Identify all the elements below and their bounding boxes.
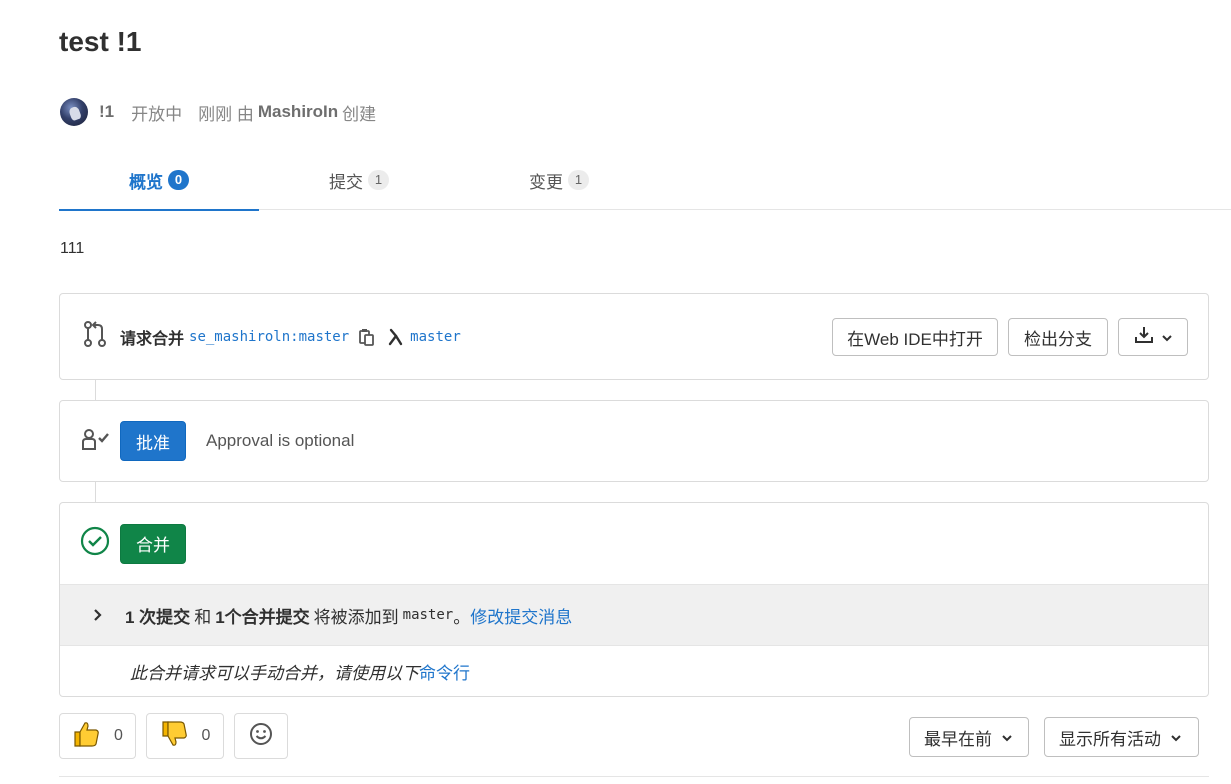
- tab-label: 概览: [129, 172, 163, 192]
- open-web-ide-button[interactable]: 在Web IDE中打开: [832, 318, 998, 356]
- approval-status-text: Approval is optional: [206, 431, 355, 450]
- period-text: 。: [453, 607, 471, 627]
- approval-user-icon: [80, 427, 110, 456]
- merge-commit-count: 1个合并提交: [215, 607, 310, 627]
- widget-connector: [95, 380, 96, 400]
- mr-description: 111: [60, 240, 85, 257]
- chevron-down-icon: [1171, 727, 1181, 747]
- checkout-branch-button[interactable]: 检出分支: [1008, 318, 1108, 356]
- tab-overview[interactable]: 概览 0: [59, 150, 259, 211]
- tab-count-badge: 1: [568, 170, 589, 190]
- thumbs-down-count: 0: [201, 727, 211, 744]
- download-dropdown-button[interactable]: [1118, 318, 1188, 356]
- merge-request-label: 请求合并: [120, 330, 185, 348]
- thumbs-up-icon: [72, 720, 100, 753]
- author-link[interactable]: MashiroIn: [258, 102, 338, 122]
- approval-widget: 批准 Approval is optional: [59, 400, 1209, 482]
- target-branch-link[interactable]: master: [410, 329, 461, 345]
- tab-count-badge: 1: [368, 170, 389, 190]
- thumbs-up-count: 0: [114, 727, 123, 744]
- avatar[interactable]: [60, 98, 88, 126]
- tab-changes[interactable]: 变更 1: [459, 150, 659, 210]
- manual-merge-hint: 此合并请求可以手动合并，请使用以下 命令行: [130, 646, 470, 696]
- thumbs-up-button[interactable]: 0: [59, 713, 136, 759]
- activity-filter-label: 显示所有活动: [1059, 729, 1161, 749]
- merge-request-widget: 请求合并 se_mashiroln:master master 在Web IDE…: [59, 293, 1209, 380]
- check-circle-icon: [80, 526, 110, 561]
- merge-row: 合并: [80, 503, 186, 584]
- download-icon: [1134, 326, 1154, 349]
- thumbs-down-button[interactable]: 0: [146, 713, 224, 759]
- merge-button[interactable]: 合并: [120, 523, 186, 564]
- command-line-link[interactable]: 命令行: [419, 659, 470, 684]
- arrow-into-icon: [387, 328, 405, 346]
- merge-widget: 合并 1 次提交 和 1个合并提交 将被添加到 master 。 修改提交消息 …: [59, 502, 1209, 697]
- tab-commits[interactable]: 提交 1: [259, 150, 459, 210]
- branch-info: 请求合并 se_mashiroln:master master: [80, 294, 461, 379]
- tab-label: 提交: [329, 172, 363, 192]
- chevron-down-icon: [1002, 727, 1012, 747]
- sort-order-label: 最早在前: [924, 729, 992, 749]
- source-branch-link[interactable]: se_mashiroln:master: [189, 329, 349, 345]
- smiley-icon: [249, 722, 273, 751]
- sort-order-dropdown[interactable]: 最早在前: [909, 717, 1029, 757]
- mr-ref: !1: [99, 102, 115, 121]
- edit-commit-message-link[interactable]: 修改提交消息: [470, 603, 572, 628]
- thumbs-down-icon: [160, 720, 188, 753]
- created-prefix: 刚刚 由: [198, 104, 254, 124]
- created-suffix: 创建: [342, 104, 377, 124]
- divider: [59, 776, 1209, 777]
- activity-filter-dropdown[interactable]: 显示所有活动: [1044, 717, 1199, 757]
- chevron-right-icon[interactable]: [93, 608, 103, 622]
- and-text: 和: [194, 607, 212, 627]
- approve-button[interactable]: 批准: [120, 421, 186, 461]
- copy-icon[interactable]: [359, 328, 375, 346]
- status-text: 开放中: [131, 104, 183, 124]
- approval-row: 批准 Approval is optional: [80, 401, 354, 481]
- merge-request-icon: [80, 319, 110, 354]
- target-branch-code: master: [402, 607, 454, 623]
- mr-tabs: 概览 0 提交 1 变更 1: [59, 150, 1231, 211]
- will-add-text: 将被添加到: [313, 607, 399, 627]
- manual-merge-text: 此合并请求可以手动合并，请使用以下: [130, 663, 419, 683]
- commit-summary-row[interactable]: 1 次提交 和 1个合并提交 将被添加到 master 。 修改提交消息: [60, 584, 1208, 646]
- mr-meta: !1 开放中 刚刚 由 MashiroIn 创建: [60, 98, 376, 126]
- tab-count-badge: 0: [168, 170, 189, 190]
- page-title: test !1: [59, 26, 142, 57]
- tab-label: 变更: [529, 172, 563, 192]
- commit-count: 1 次提交: [125, 607, 191, 627]
- award-emoji-bar: 0 0 最早在前 显示所有活动: [59, 713, 1209, 761]
- widget-connector: [95, 482, 96, 502]
- add-reaction-button[interactable]: [234, 713, 288, 759]
- chevron-down-icon: [1162, 327, 1172, 347]
